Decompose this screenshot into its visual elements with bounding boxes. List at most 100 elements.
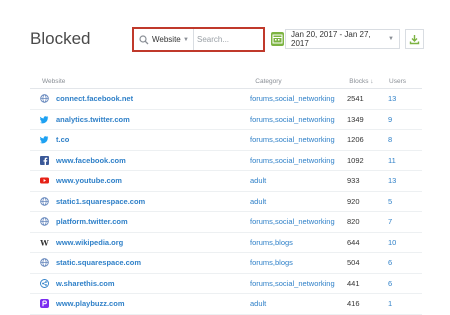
facebook-icon	[40, 155, 49, 165]
cell-category[interactable]: adult	[250, 197, 347, 206]
twitter-icon	[40, 135, 49, 144]
table-row[interactable]: www.playbuzz.com adult 416 1	[30, 294, 422, 315]
cell-website: static.squarespace.com	[30, 258, 250, 267]
cell-users[interactable]: 10	[388, 238, 422, 247]
cell-users[interactable]: 5	[388, 197, 422, 206]
cell-blocks: 933	[347, 176, 360, 186]
table-row[interactable]: static1.squarespace.com adult 920 5	[30, 192, 422, 212]
date-range-select[interactable]: Jan 20, 2017 - Jan 27, 2017 ▼	[285, 29, 400, 49]
calendar-button[interactable]	[271, 32, 284, 46]
cell-blocks: 644	[347, 237, 360, 247]
cell-category[interactable]: adult	[250, 299, 347, 308]
cell-category[interactable]: forums,social_networking	[250, 279, 347, 288]
table-row[interactable]: t.co forums,social_networking 1206 8	[30, 130, 422, 151]
table-row[interactable]: connect.facebook.net forums,social_networ…	[30, 89, 422, 110]
cell-blocks: 820	[347, 217, 360, 227]
search-group: Website ▼	[132, 27, 265, 52]
chevron-down-icon: ▼	[183, 36, 189, 43]
site-link[interactable]: static1.squarespace.com	[56, 197, 145, 206]
cell-users[interactable]: 1	[388, 299, 422, 308]
globe-icon	[40, 217, 49, 226]
cell-website: platform.twitter.com	[30, 217, 250, 226]
cell-category[interactable]: forums,social_networking	[250, 217, 347, 226]
globe-icon	[40, 258, 49, 267]
site-link[interactable]: www.wikipedia.org	[56, 238, 123, 247]
cell-blocks: 2541	[347, 94, 364, 104]
cell-blocks: 416	[347, 299, 360, 309]
calendar-icon	[272, 34, 283, 44]
cell-users[interactable]: 13	[388, 94, 422, 103]
cell-blocks: 1349	[347, 114, 364, 124]
cell-users[interactable]: 8	[388, 135, 422, 144]
column-header-website[interactable]: Website	[30, 78, 255, 85]
table-header: Website Category Blocks ↓ Users	[30, 74, 422, 89]
search-input[interactable]	[197, 30, 261, 49]
cell-users[interactable]: 6	[388, 258, 422, 267]
globe-icon	[40, 94, 49, 103]
site-link[interactable]: t.co	[56, 135, 69, 144]
site-link[interactable]: w.sharethis.com	[56, 279, 115, 288]
search-icon	[139, 34, 149, 44]
site-link[interactable]: connect.facebook.net	[56, 94, 133, 103]
playbuzz-icon	[40, 299, 49, 309]
cell-users[interactable]: 13	[388, 176, 422, 185]
date-range-label: Jan 20, 2017 - Jan 27, 2017	[291, 30, 371, 48]
search-type-select[interactable]: Website ▼	[134, 29, 194, 50]
cell-website: w.sharethis.com	[30, 279, 250, 288]
chevron-down-icon: ▼	[388, 36, 394, 42]
cell-category[interactable]: forums,social_networking	[250, 135, 347, 144]
table-row[interactable]: analytics.twitter.com forums,social_netwo…	[30, 110, 422, 130]
cell-website: t.co	[30, 135, 250, 144]
cell-blocks: 504	[347, 258, 360, 268]
cell-blocks: 441	[347, 278, 360, 288]
wikipedia-icon: W	[40, 238, 49, 247]
cell-blocks: 920	[347, 196, 360, 206]
download-icon	[409, 34, 420, 44]
site-link[interactable]: www.youtube.com	[56, 176, 122, 185]
cell-website: www.youtube.com	[30, 176, 250, 185]
cell-category[interactable]: adult	[250, 176, 347, 185]
cell-website: www.facebook.com	[30, 155, 250, 165]
twitter-icon	[40, 115, 49, 124]
svg-text:W: W	[40, 238, 49, 247]
page-title: Blocked	[30, 29, 91, 48]
blocked-table: Website Category Blocks ↓ Users connect.…	[30, 74, 422, 315]
cell-website: static1.squarespace.com	[30, 197, 250, 206]
cell-category[interactable]: forums,blogs	[250, 238, 347, 247]
site-link[interactable]: analytics.twitter.com	[56, 115, 130, 124]
table-row[interactable]: Wwww.wikipedia.org forums,blogs 644 10	[30, 233, 422, 253]
search-type-label: Website	[152, 35, 181, 44]
cell-users[interactable]: 9	[388, 115, 422, 124]
table-row[interactable]: www.youtube.com adult 933 13	[30, 171, 422, 192]
cell-users[interactable]: 7	[388, 217, 422, 226]
cell-category[interactable]: forums,blogs	[250, 258, 347, 267]
cell-users[interactable]: 11	[388, 156, 422, 165]
table-body: connect.facebook.net forums,social_networ…	[30, 89, 422, 315]
column-header-category[interactable]: Category	[255, 78, 349, 85]
export-button[interactable]	[405, 29, 424, 49]
table-row[interactable]: static.squarespace.com forums,blogs 504 6	[30, 253, 422, 274]
table-row[interactable]: platform.twitter.com forums,social_networ…	[30, 212, 422, 233]
youtube-icon	[40, 176, 49, 185]
site-link[interactable]: www.facebook.com	[56, 156, 126, 165]
sharethis-icon	[40, 278, 49, 288]
cell-website: www.playbuzz.com	[30, 299, 250, 309]
cell-category[interactable]: forums,social_networking	[250, 94, 347, 103]
site-link[interactable]: static.squarespace.com	[56, 258, 141, 267]
cell-website: Wwww.wikipedia.org	[30, 238, 250, 247]
page: Blocked Website ▼ Jan 20, 2017 - Jan 27,…	[0, 0, 450, 315]
table-row[interactable]: w.sharethis.com forums,social_networking 4…	[30, 274, 422, 294]
column-header-users[interactable]: Users	[389, 78, 422, 85]
globe-icon	[40, 197, 49, 206]
cell-website: analytics.twitter.com	[30, 115, 250, 124]
cell-blocks: 1092	[347, 155, 364, 165]
cell-category[interactable]: forums,social_networking	[250, 115, 347, 124]
cell-users[interactable]: 6	[388, 279, 422, 288]
cell-blocks: 1206	[347, 135, 364, 145]
site-link[interactable]: www.playbuzz.com	[56, 299, 124, 308]
cell-website: connect.facebook.net	[30, 94, 250, 103]
column-header-blocks[interactable]: Blocks ↓	[349, 78, 389, 85]
table-row[interactable]: www.facebook.com forums,social_networking…	[30, 151, 422, 171]
cell-category[interactable]: forums,social_networking	[250, 156, 347, 165]
site-link[interactable]: platform.twitter.com	[56, 217, 128, 226]
